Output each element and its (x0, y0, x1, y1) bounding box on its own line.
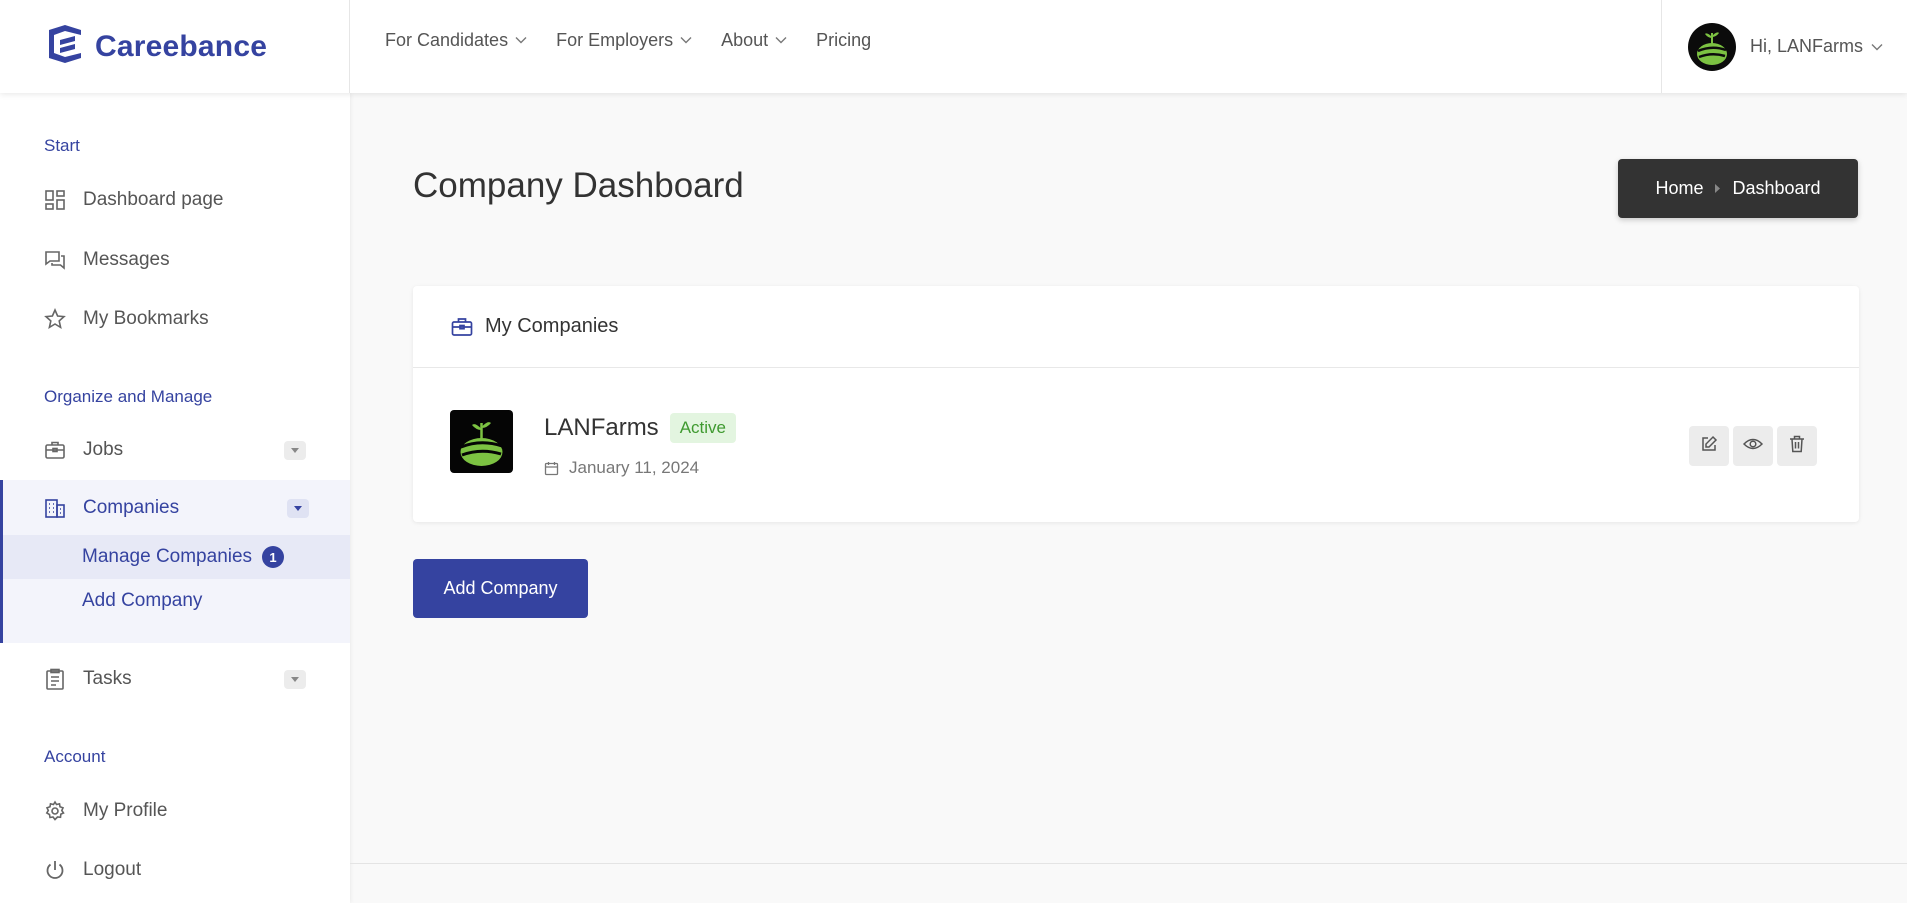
nav-label: For Candidates (385, 29, 509, 50)
nav-for-candidates[interactable]: For Candidates (385, 30, 527, 51)
star-icon (44, 308, 66, 330)
sidebar-item-messages[interactable]: Messages (0, 235, 350, 285)
nav-for-employers[interactable]: For Employers (556, 30, 692, 51)
edit-button[interactable] (1689, 426, 1729, 466)
add-company-button[interactable]: Add Company (413, 559, 588, 618)
logo-icon (45, 23, 85, 70)
nav-label: About (721, 29, 769, 50)
sidebar-item-dashboard[interactable]: Dashboard page (0, 175, 350, 225)
breadcrumb-home[interactable]: Home (1655, 178, 1703, 199)
chevron-right-icon (1715, 184, 1721, 193)
brand-name: Careebance (95, 29, 268, 63)
logo[interactable]: Careebance (0, 0, 350, 93)
card-header: My Companies (413, 286, 1859, 368)
sidebar-item-label: Tasks (83, 668, 132, 689)
company-name-row: LANFarms Active (544, 413, 736, 443)
sidebar-item-tasks[interactable]: Tasks (0, 654, 350, 704)
chevron-down-icon (1871, 43, 1883, 51)
sidebar-subitem-manage-companies[interactable]: Manage Companies 1 (3, 535, 350, 579)
company-date: January 11, 2024 (569, 458, 700, 477)
top-header: Careebance For Candidates For Employers … (0, 0, 1907, 93)
nav-label: For Employers (556, 29, 674, 50)
sidebar-section-title: Account (44, 747, 106, 766)
briefcase-icon (44, 439, 66, 461)
main-nav: For Candidates For Employers About Prici… (385, 0, 900, 80)
user-menu[interactable]: Hi, LANFarms (1661, 0, 1907, 93)
sidebar-section-title: Organize and Manage (44, 387, 213, 406)
page-title: Company Dashboard (413, 166, 744, 205)
trash-icon (1789, 435, 1805, 458)
sidebar: Start Dashboard page Messages My Bookmar… (0, 93, 350, 903)
sidebar-item-label: My Profile (83, 800, 168, 821)
chevron-down-icon (775, 36, 787, 44)
briefcase-icon (451, 317, 473, 337)
building-icon (44, 497, 66, 519)
row-actions (1689, 426, 1821, 466)
count-badge: 1 (262, 546, 285, 568)
footer-divider (350, 863, 1907, 864)
caret-down-icon[interactable] (284, 670, 306, 689)
view-button[interactable] (1733, 426, 1773, 466)
sidebar-section-title: Start (44, 136, 80, 155)
power-icon (44, 859, 66, 881)
nav-pricing[interactable]: Pricing (816, 30, 871, 51)
chevron-down-icon (680, 36, 692, 44)
edit-icon (1700, 435, 1718, 458)
delete-button[interactable] (1777, 426, 1817, 466)
sidebar-item-label: My Bookmarks (83, 308, 209, 329)
dashboard-icon (44, 189, 66, 211)
eye-icon (1742, 437, 1764, 456)
sidebar-item-label: Messages (83, 249, 170, 270)
sidebar-item-logout[interactable]: Logout (0, 845, 350, 895)
my-companies-card: My Companies LANFarms Active January 11,… (413, 286, 1859, 522)
breadcrumb: Home Dashboard (1618, 159, 1858, 218)
company-logo[interactable] (450, 410, 513, 473)
caret-down-icon[interactable] (287, 499, 309, 518)
sidebar-subitem-label: Add Company (82, 590, 203, 611)
sidebar-group-companies: Companies Manage Companies 1 Add Company (0, 480, 350, 643)
sidebar-item-label: Jobs (83, 439, 124, 460)
sidebar-subitem-label: Manage Companies (82, 546, 253, 567)
company-name[interactable]: LANFarms (544, 414, 659, 442)
chevron-down-icon (515, 36, 527, 44)
sidebar-item-bookmarks[interactable]: My Bookmarks (0, 294, 350, 344)
sidebar-item-my-profile[interactable]: My Profile (0, 786, 350, 836)
clipboard-icon (44, 668, 66, 690)
nav-label: Pricing (816, 29, 872, 50)
sidebar-item-jobs[interactable]: Jobs (0, 425, 350, 475)
gear-icon (44, 800, 66, 822)
company-date-row: January 11, 2024 (544, 458, 699, 478)
sidebar-item-label: Logout (83, 859, 142, 880)
chat-icon (44, 249, 66, 271)
sidebar-item-label: Companies (83, 497, 180, 518)
card-title: My Companies (485, 315, 619, 337)
caret-down-icon[interactable] (284, 441, 306, 460)
list-item: LANFarms Active January 11, 2024 (413, 368, 1859, 521)
status-badge: Active (669, 413, 736, 443)
user-greeting: Hi, LANFarms (1750, 36, 1864, 56)
calendar-icon (544, 461, 559, 476)
sidebar-item-label: Dashboard page (83, 189, 224, 210)
nav-about[interactable]: About (721, 30, 787, 51)
avatar (1688, 22, 1736, 71)
sidebar-subitem-add-company[interactable]: Add Company (3, 579, 350, 623)
breadcrumb-current: Dashboard (1732, 178, 1821, 198)
sidebar-item-companies[interactable]: Companies (3, 483, 350, 533)
